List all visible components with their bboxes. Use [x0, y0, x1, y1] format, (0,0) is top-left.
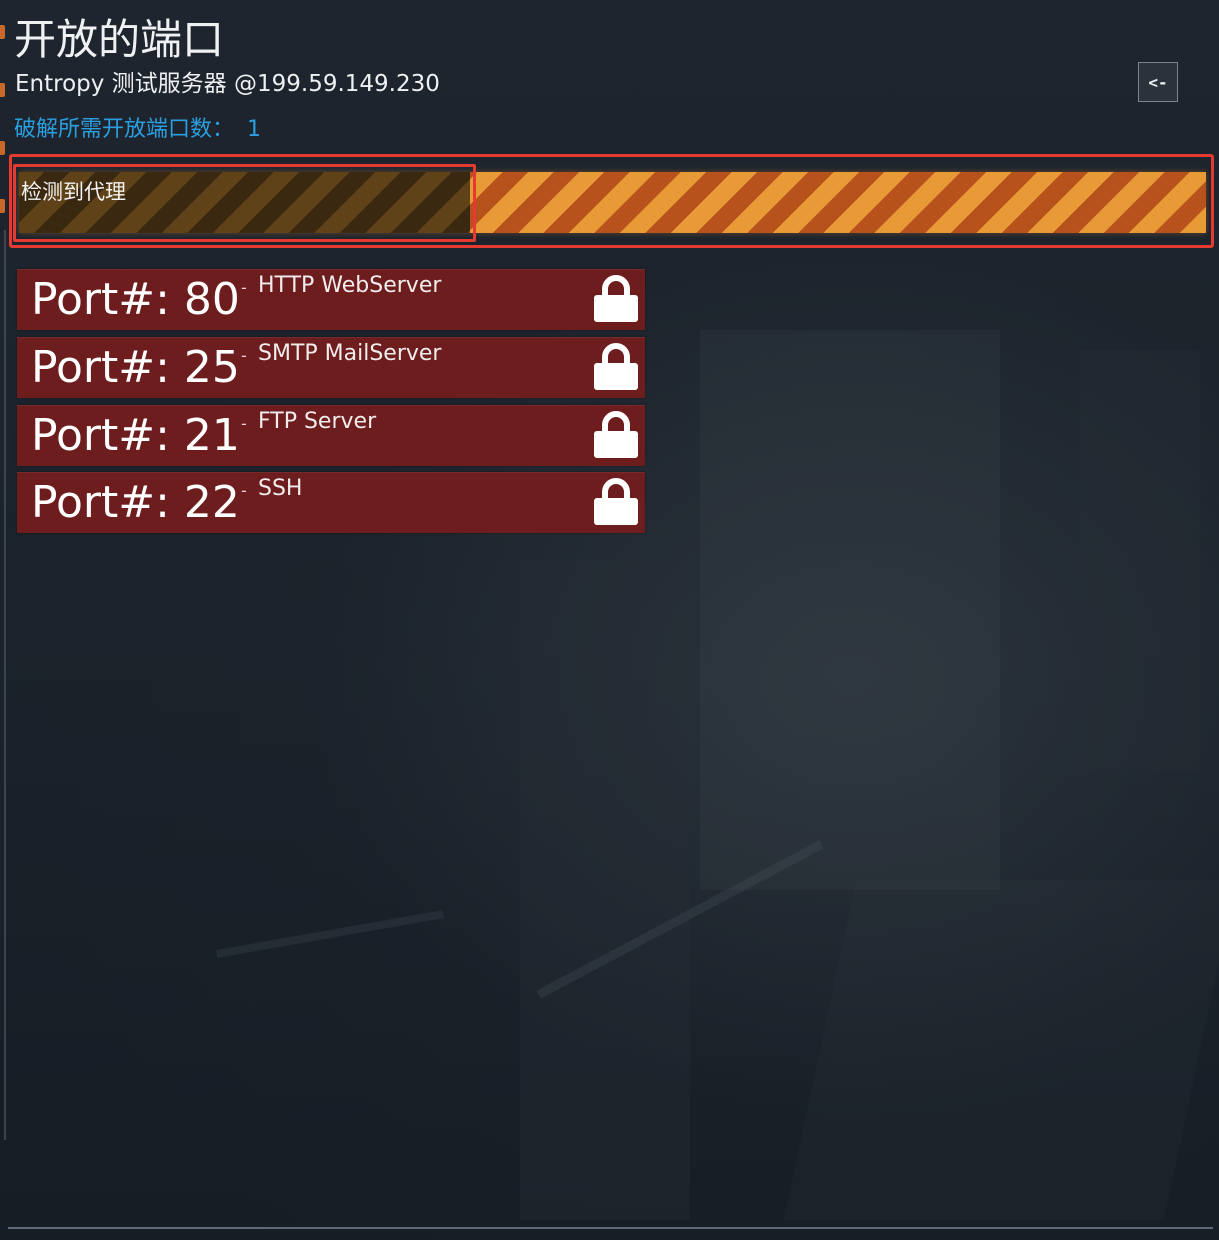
port-separator: - [241, 414, 247, 433]
lock-icon[interactable] [592, 478, 640, 526]
port-number: Port#: 22 [31, 477, 240, 528]
proxy-detected-label: 检测到代理 [21, 180, 126, 204]
page-title: 开放的端口 [14, 15, 225, 64]
port-separator: - [241, 346, 247, 365]
background-scenery [1080, 350, 1200, 770]
left-edge-markers [0, 25, 6, 257]
background-scenery [536, 840, 824, 999]
port-number: Port#: 80 [31, 274, 240, 325]
background-scenery [520, 560, 690, 1220]
background-scenery [700, 330, 1000, 890]
server-info: Entropy 测试服务器 @199.59.149.230 [15, 71, 440, 97]
port-number: Port#: 25 [31, 342, 240, 393]
ports-required-label: 破解所需开放端口数： [14, 117, 235, 142]
port-service: SMTP MailServer [258, 341, 442, 366]
port-item-21[interactable]: Port#: 21 - FTP Server [17, 405, 645, 466]
background-scenery [216, 910, 444, 958]
port-item-25[interactable]: Port#: 25 - SMTP MailServer [17, 337, 645, 398]
port-item-80[interactable]: Port#: 80 - HTTP WebServer [17, 269, 645, 330]
back-button[interactable]: <- [1138, 62, 1178, 102]
port-separator: - [241, 278, 247, 297]
panel-border-left [4, 230, 6, 1140]
ports-required-value: 1 [247, 117, 262, 142]
port-number: Port#: 21 [31, 410, 240, 461]
ports-required: 破解所需开放端口数： 1 [14, 115, 261, 145]
open-ports-panel: 开放的端口 Entropy 测试服务器 @199.59.149.230 破解所需… [0, 0, 1219, 1240]
lock-icon[interactable] [592, 411, 640, 459]
panel-border-bottom [8, 1227, 1213, 1229]
port-service: HTTP WebServer [258, 273, 442, 298]
port-service: FTP Server [258, 409, 377, 434]
background-scenery [783, 880, 1219, 1220]
port-separator: - [241, 481, 247, 500]
lock-icon[interactable] [592, 343, 640, 391]
port-service: SSH [258, 476, 303, 501]
port-item-22[interactable]: Port#: 22 - SSH [17, 472, 645, 533]
lock-icon[interactable] [592, 275, 640, 323]
